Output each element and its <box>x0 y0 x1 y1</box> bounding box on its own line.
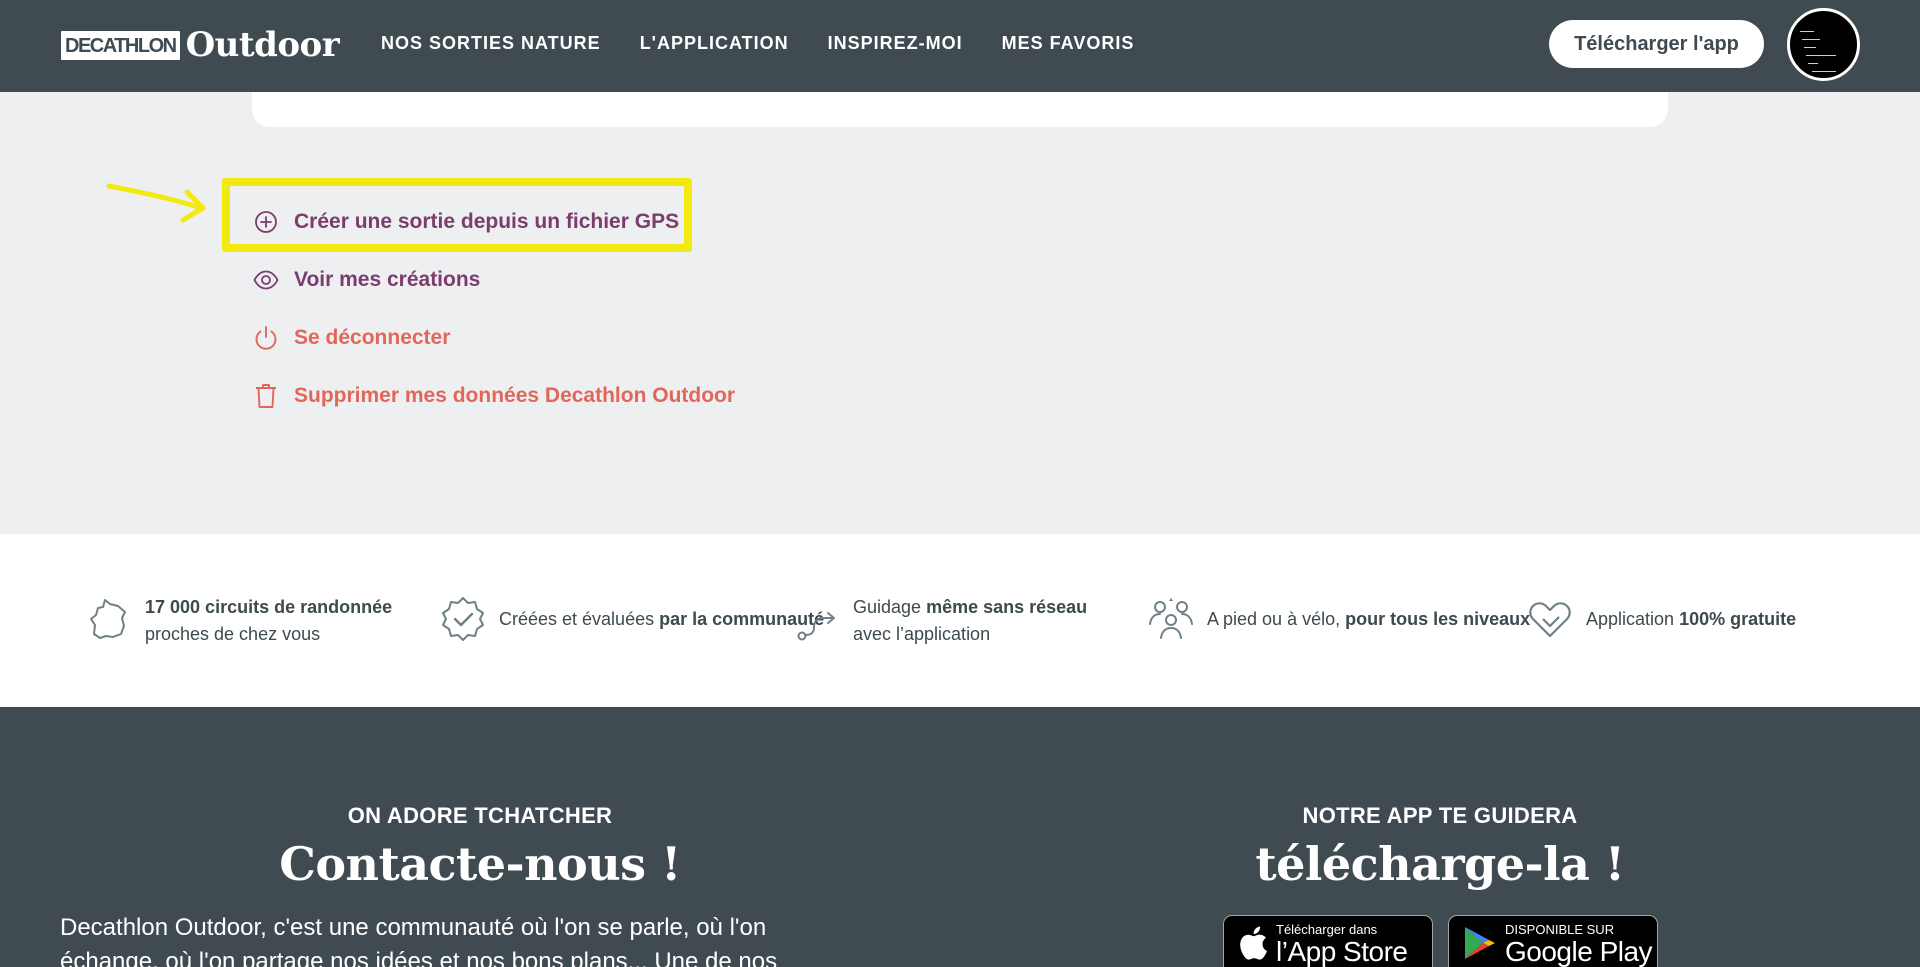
profile-card-bottom <box>252 92 1668 127</box>
feature-community: Créées et évaluées par la communauté <box>438 594 824 644</box>
apple-icon <box>1238 925 1268 966</box>
feature-bold: 100% gratuite <box>1679 608 1797 629</box>
contact-title: Contacte-nous ! <box>279 837 681 891</box>
power-icon <box>252 324 280 352</box>
action-label: Se déconnecter <box>294 326 451 349</box>
feature-bold: pour tous les niveaux <box>1345 608 1531 629</box>
delete-my-data-link[interactable]: Supprimer mes données Decathlon Outdoor <box>252 367 735 425</box>
decathlon-outdoor-logo[interactable]: DECATHLON Outdoor <box>61 25 340 65</box>
contact-paragraph: Decathlon Outdoor, c'est une communauté … <box>60 914 778 967</box>
logo-box-text: DECATHLON <box>61 30 180 60</box>
features-band: 17 000 circuits de randonnée proches de c… <box>0 534 1920 707</box>
feature-bold: 17 000 circuits de randonnée <box>145 597 393 617</box>
top-navigation-bar: DECATHLON Outdoor NOS SORTIES NATURE L'A… <box>0 0 1920 92</box>
nav-mes-favoris[interactable]: MES FAVORIS <box>1002 33 1135 54</box>
app-store-big-text: l’App Store <box>1276 936 1408 967</box>
eye-icon <box>252 266 280 294</box>
feature-free: Application 100% gratuite <box>1525 594 1796 644</box>
feature-guidance: Guidage même sans réseau avec l’applicati… <box>792 594 1087 648</box>
google-play-icon <box>1463 925 1497 966</box>
nav-nos-sorties-nature[interactable]: NOS SORTIES NATURE <box>381 33 601 54</box>
app-store-badge[interactable]: Télécharger dans l’App Store <box>1223 915 1433 967</box>
nav-inspirez-moi[interactable]: INSPIREZ-MOI <box>828 33 963 54</box>
france-map-icon <box>84 596 134 646</box>
app-store-small-text: Télécharger dans <box>1276 922 1378 937</box>
footer: ON ADORE TCHATCHER Contacte-nous ! Decat… <box>0 707 1920 967</box>
feature-text: Application <box>1586 608 1680 629</box>
feature-text: Guidage <box>853 597 927 617</box>
trash-icon <box>252 382 280 410</box>
community-icon <box>1146 594 1196 644</box>
feature-bold: même sans réseau <box>926 597 1088 617</box>
app-kicker: NOTRE APP TE GUIDERA <box>1302 803 1578 828</box>
view-my-creations-link[interactable]: Voir mes créations <box>252 251 735 309</box>
app-section: NOTRE APP TE GUIDERA télécharge-la ! <box>1100 803 1780 891</box>
download-app-button[interactable]: Télécharger l'app <box>1549 20 1764 68</box>
feature-text: Créées et évaluées <box>499 608 660 629</box>
action-label: Supprimer mes données Decathlon Outdoor <box>294 384 736 407</box>
google-play-small-text: DISPONIBLE SUR <box>1505 922 1615 937</box>
main-nav: NOS SORTIES NATURE L'APPLICATION INSPIRE… <box>381 33 1134 54</box>
feature-text: A pied ou à vélo, <box>1207 608 1346 629</box>
action-label: Voir mes créations <box>294 268 481 291</box>
contact-kicker: ON ADORE TCHATCHER <box>347 803 613 828</box>
feature-circuits: 17 000 circuits de randonnée proches de c… <box>84 594 392 648</box>
app-title: télécharge-la ! <box>1255 837 1625 891</box>
yellow-highlight-annotation <box>222 178 692 252</box>
yellow-arrow-annotation <box>106 183 206 223</box>
nav-l-application[interactable]: L'APPLICATION <box>640 33 789 54</box>
feature-levels: A pied ou à vélo, pour tous les niveaux <box>1146 594 1530 644</box>
logout-link[interactable]: Se déconnecter <box>252 309 735 367</box>
google-play-badge[interactable]: DISPONIBLE SUR Google Play <box>1448 915 1658 967</box>
logo-word-text: Outdoor <box>185 25 340 65</box>
google-play-big-text: Google Play <box>1505 936 1653 967</box>
feature-text: avec l’application <box>853 624 991 644</box>
verified-badge-icon <box>438 594 488 644</box>
route-icon <box>792 596 842 646</box>
heart-icon <box>1525 594 1575 644</box>
feature-text: proches de chez vous <box>145 624 321 644</box>
contact-section: ON ADORE TCHATCHER Contacte-nous ! <box>60 803 900 891</box>
user-avatar[interactable] <box>1787 8 1860 81</box>
